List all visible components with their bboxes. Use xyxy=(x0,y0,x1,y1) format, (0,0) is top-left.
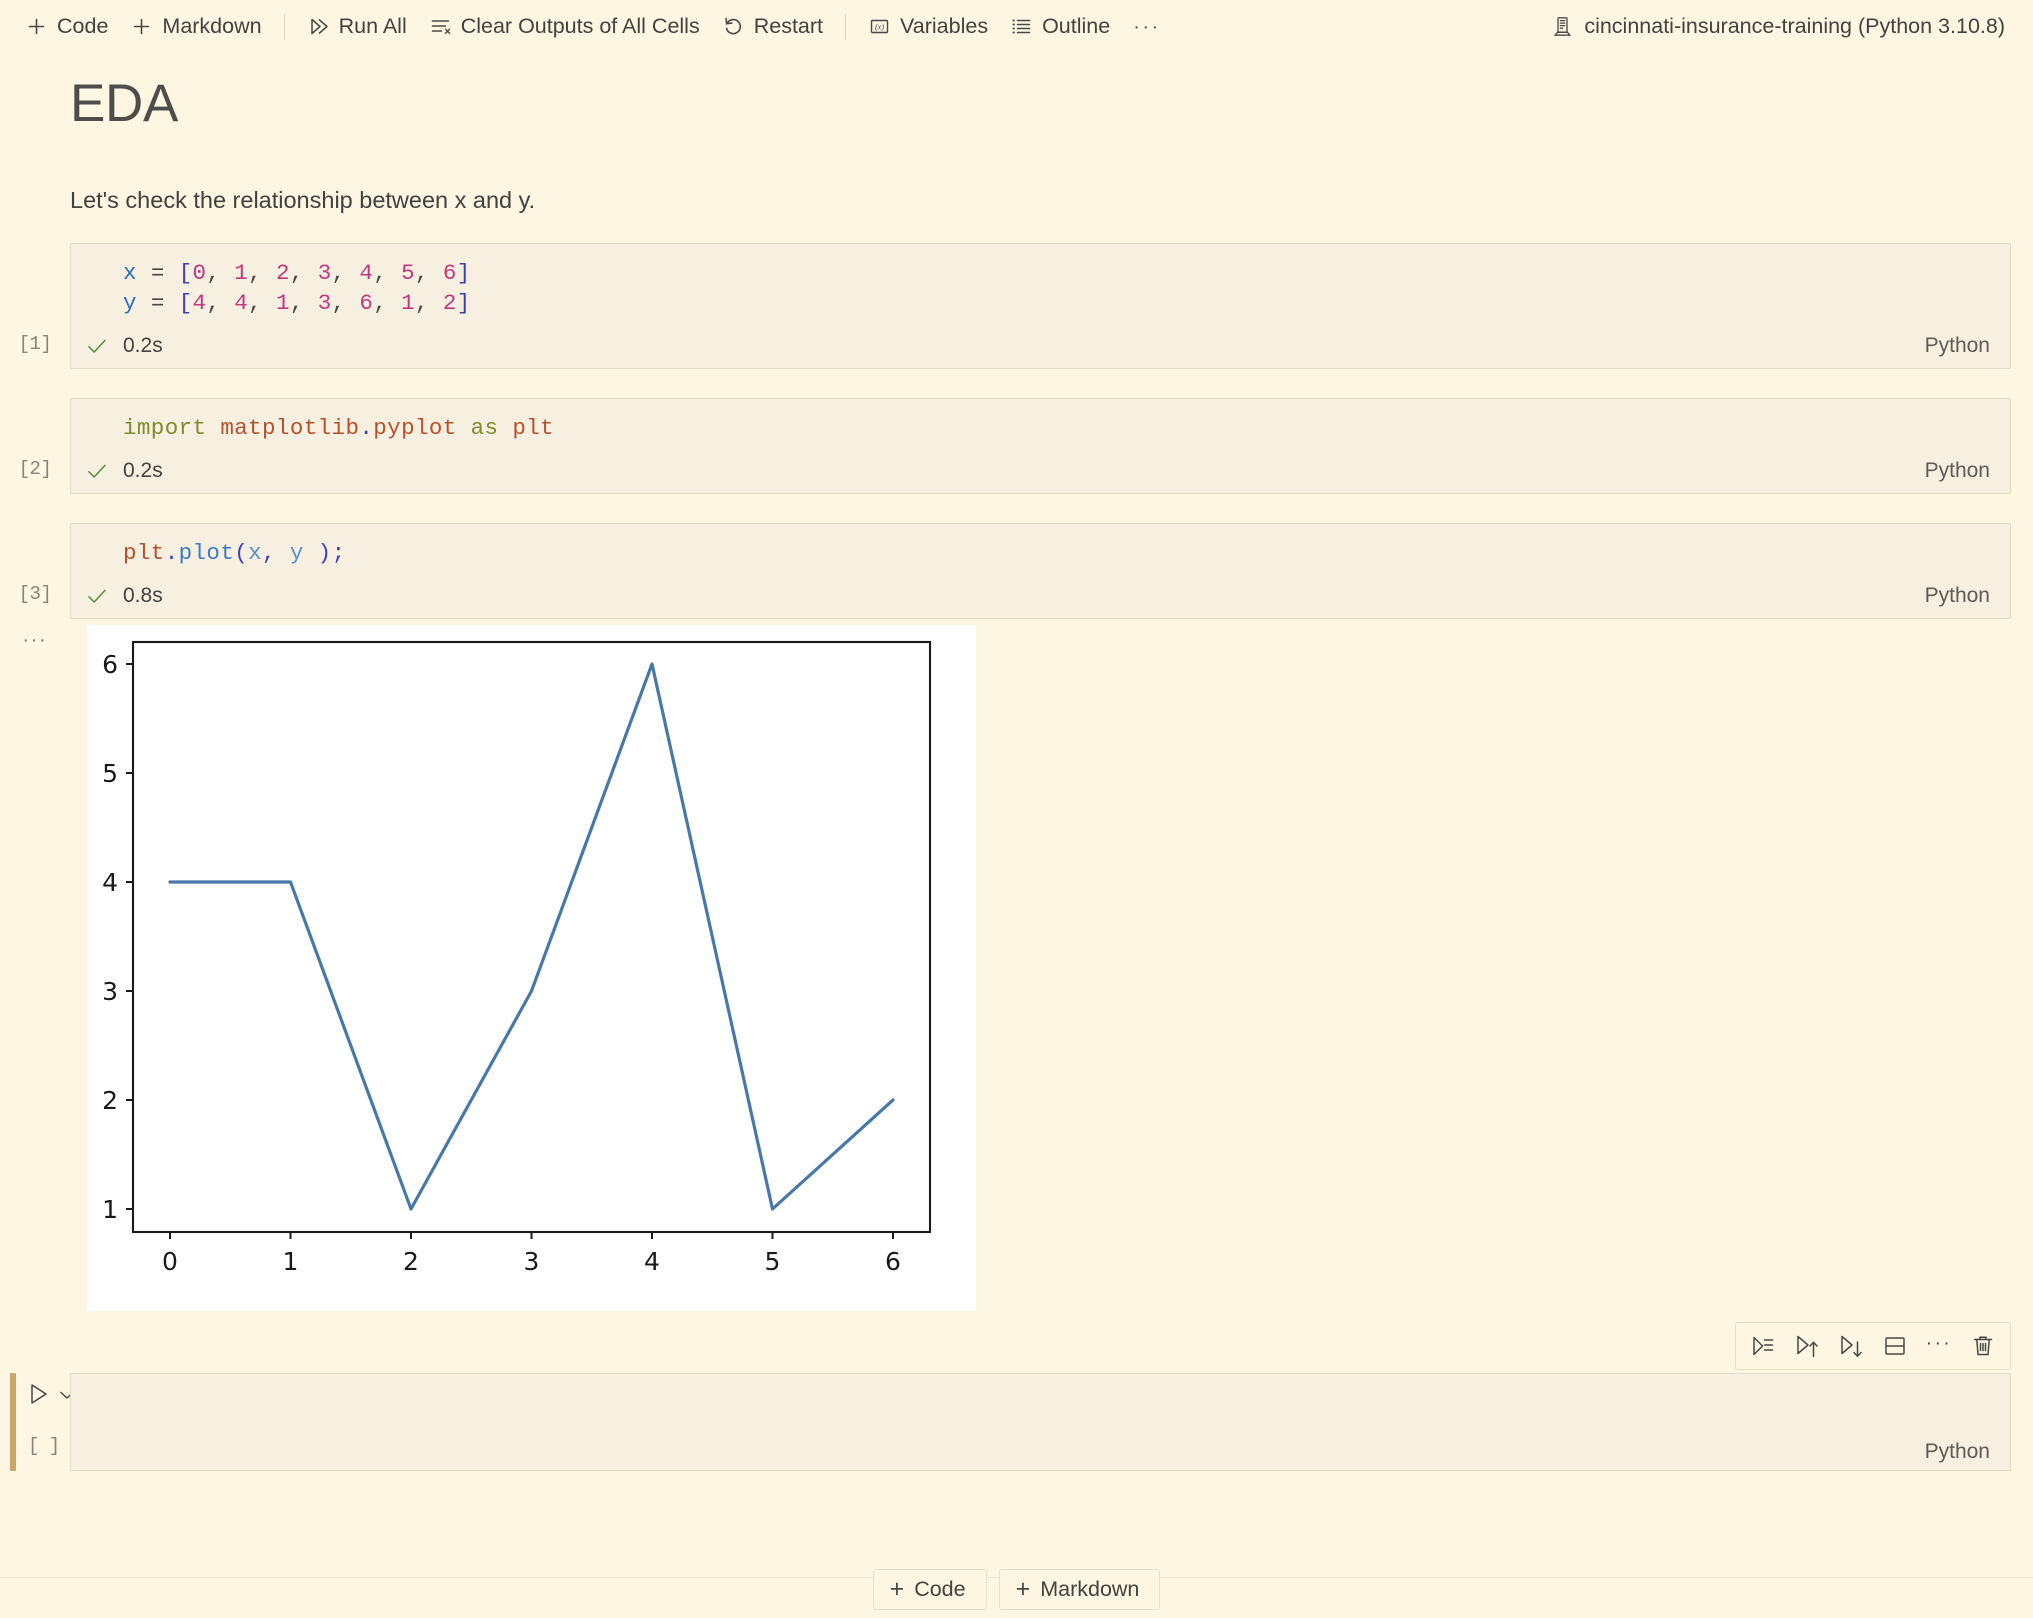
svg-text:(x): (x) xyxy=(875,22,884,31)
variables-icon: (x) xyxy=(868,15,891,38)
plus-icon xyxy=(25,15,48,38)
plus-icon xyxy=(130,15,153,38)
svg-text:6: 6 xyxy=(102,650,118,679)
check-icon xyxy=(84,458,110,484)
add-code-cell-button[interactable]: Code xyxy=(14,9,119,44)
toolbar-divider xyxy=(283,13,285,40)
code-cell-1[interactable]: [1] x = [0, 1, 2, 3, 4, 5, 6] y = [4, 4,… xyxy=(0,243,2033,369)
add-cell-bar: + Code + Markdown xyxy=(0,1560,2033,1618)
matplotlib-plot-output: 1 2 3 4 5 6 0 1 2 3 4 5 6 xyxy=(87,625,976,1311)
output-overflow-button[interactable]: ··· xyxy=(0,631,70,650)
active-cell-indicator xyxy=(10,1373,16,1471)
execute-below-icon[interactable] xyxy=(1830,1326,1872,1366)
markdown-paragraph: Let's check the relationship between x a… xyxy=(70,187,536,213)
restart-icon xyxy=(722,15,745,38)
plus-icon: + xyxy=(1015,1574,1031,1603)
toolbar-divider xyxy=(845,13,847,40)
svg-text:0: 0 xyxy=(162,1247,178,1276)
delete-cell-icon[interactable] xyxy=(1962,1326,2004,1366)
svg-text:5: 5 xyxy=(102,759,118,788)
split-cell-icon[interactable] xyxy=(1874,1326,1916,1366)
svg-text:1: 1 xyxy=(102,1195,118,1224)
run-by-line-icon[interactable] xyxy=(1742,1326,1784,1366)
svg-text:2: 2 xyxy=(403,1247,419,1276)
cell-container[interactable]: plt.plot(x, y ); 0.8s Python xyxy=(70,523,2011,619)
active-code-cell[interactable]: ··· [ ] Python xyxy=(0,1322,2033,1471)
markdown-cell[interactable]: EDA Let's check the relationship between… xyxy=(0,53,2033,214)
cell-container[interactable]: Python xyxy=(70,1373,2011,1471)
cell-language[interactable]: Python xyxy=(1925,584,1990,608)
clear-outputs-button[interactable]: Clear Outputs of All Cells xyxy=(418,9,711,44)
code-editor[interactable]: import matplotlib.pyplot as plt xyxy=(71,399,2010,453)
run-all-icon xyxy=(307,15,330,38)
kernel-selector[interactable]: cincinnati-insurance-training (Python 3.… xyxy=(1541,9,2011,44)
restart-kernel-label: Restart xyxy=(753,14,824,38)
svg-text:6: 6 xyxy=(885,1247,901,1276)
add-markdown-label: Markdown xyxy=(1040,1576,1140,1601)
execute-above-icon[interactable] xyxy=(1786,1326,1828,1366)
execution-time: 0.8s xyxy=(123,583,163,607)
clear-outputs-label: Clear Outputs of All Cells xyxy=(460,14,700,38)
kernel-server-icon xyxy=(1551,15,1574,38)
execution-time: 0.2s xyxy=(123,333,163,357)
cell-run-column: [ ] xyxy=(22,1373,74,1471)
svg-text:3: 3 xyxy=(524,1247,540,1276)
add-markdown-cell-label: Markdown xyxy=(162,14,262,38)
restart-kernel-button[interactable]: Restart xyxy=(711,9,834,44)
code-editor[interactable]: plt.plot(x, y ); xyxy=(71,524,2010,578)
execution-count: [3] xyxy=(18,583,52,605)
outline-label: Outline xyxy=(1042,14,1111,38)
execution-count: [1] xyxy=(18,333,52,355)
variables-button[interactable]: (x) Variables xyxy=(857,9,999,44)
run-all-button[interactable]: Run All xyxy=(296,9,418,44)
plus-icon: + xyxy=(889,1574,905,1603)
toolbar-more-actions-button[interactable]: ··· xyxy=(1121,12,1172,42)
svg-text:1: 1 xyxy=(283,1247,299,1276)
execution-count: [2] xyxy=(18,458,52,480)
execution-count: [ ] xyxy=(28,1435,60,1457)
cell-language[interactable]: Python xyxy=(1925,459,1990,483)
cell-container[interactable]: import matplotlib.pyplot as plt 0.2s Pyt… xyxy=(70,398,2011,494)
code-cell-3[interactable]: [3] plt.plot(x, y ); 0.8s Python xyxy=(0,523,2033,619)
code-input[interactable] xyxy=(71,1374,2010,1470)
check-icon xyxy=(84,333,110,359)
add-code-button[interactable]: + Code xyxy=(872,1568,987,1610)
code-editor[interactable]: x = [0, 1, 2, 3, 4, 5, 6] y = [4, 4, 1, … xyxy=(71,244,2010,328)
page-title: EDA xyxy=(70,74,179,133)
add-markdown-cell-button[interactable]: Markdown xyxy=(119,9,272,44)
more-actions-icon[interactable]: ··· xyxy=(1918,1326,1960,1366)
notebook-body: EDA Let's check the relationship between… xyxy=(0,53,2033,1618)
add-code-label: Code xyxy=(914,1576,966,1601)
variables-label: Variables xyxy=(900,14,989,38)
svg-text:3: 3 xyxy=(102,977,118,1006)
cell-output: ··· 1 2 3 4 5 6 0 1 2 3 4 5 6 xyxy=(0,625,2033,1311)
outline-button[interactable]: Outline xyxy=(999,9,1121,44)
execution-time: 0.2s xyxy=(123,458,163,482)
svg-text:4: 4 xyxy=(102,868,118,897)
cell-status-bar: 0.2s Python xyxy=(71,328,2010,368)
kernel-label: cincinnati-insurance-training (Python 3.… xyxy=(1584,14,2005,38)
cell-language[interactable]: Python xyxy=(1925,1440,1990,1464)
code-cell-2[interactable]: [2] import matplotlib.pyplot as plt 0.2s… xyxy=(0,398,2033,494)
run-cell-button[interactable] xyxy=(24,1379,54,1409)
cell-status-bar: 0.8s Python xyxy=(71,578,2010,618)
add-markdown-button[interactable]: + Markdown xyxy=(998,1568,1161,1610)
svg-text:4: 4 xyxy=(644,1247,660,1276)
cell-gutter: [1] xyxy=(0,243,70,369)
line-chart: 1 2 3 4 5 6 0 1 2 3 4 5 6 xyxy=(87,625,976,1311)
cell-action-toolbar: ··· xyxy=(1735,1322,2011,1370)
cell-gutter: [2] xyxy=(0,398,70,494)
cell-language[interactable]: Python xyxy=(1925,334,1990,358)
run-all-label: Run All xyxy=(338,14,407,38)
outline-icon xyxy=(1010,15,1033,38)
add-code-cell-label: Code xyxy=(57,14,109,38)
svg-text:2: 2 xyxy=(102,1086,118,1115)
clear-outputs-icon xyxy=(429,15,452,38)
cell-container[interactable]: x = [0, 1, 2, 3, 4, 5, 6] y = [4, 4, 1, … xyxy=(70,243,2011,369)
notebook-toolbar: Code Markdown Run All Clear Outputs of A… xyxy=(0,0,2033,53)
check-icon xyxy=(84,583,110,609)
svg-text:5: 5 xyxy=(765,1247,781,1276)
cell-status-bar: 0.2s Python xyxy=(71,453,2010,493)
cell-gutter: [3] xyxy=(0,523,70,619)
